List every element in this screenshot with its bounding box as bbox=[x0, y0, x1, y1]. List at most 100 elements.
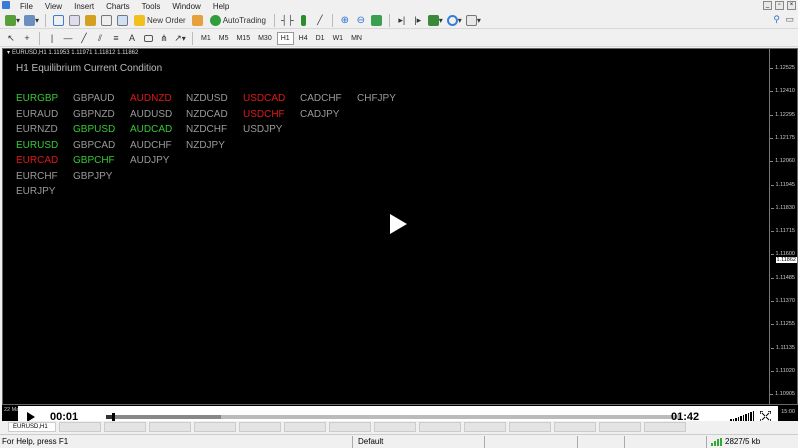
strategy-tester-icon[interactable] bbox=[115, 13, 129, 27]
label-icon[interactable] bbox=[141, 31, 155, 45]
chart-tab[interactable] bbox=[464, 422, 506, 432]
status-divider bbox=[484, 436, 485, 448]
periods-icon[interactable]: ▾ bbox=[446, 13, 463, 27]
price-axis[interactable]: 1.11862 1.12525 1.12410 1.12295 1.12175 1.12… bbox=[769, 49, 797, 404]
restore-icon[interactable]: ▫ bbox=[775, 1, 784, 10]
chart-tab[interactable] bbox=[419, 422, 461, 432]
pair-gbpnzd: GBPNZD bbox=[73, 108, 115, 120]
timeframe-mn[interactable]: MN bbox=[348, 32, 365, 45]
channel-icon[interactable]: ⫽ bbox=[93, 31, 107, 45]
chart-tab[interactable] bbox=[284, 422, 326, 432]
auto-scroll-icon[interactable]: ▸| bbox=[395, 13, 409, 27]
pitchfork-icon[interactable]: ⋔ bbox=[157, 31, 171, 45]
standard-toolbar: ▾ ▾ New Order AutoTrading ┤├ ╱ ⊕ ⊖ ▸| |▸… bbox=[0, 12, 798, 29]
pair-cadjpy: CADJPY bbox=[300, 108, 340, 120]
shapes-icon[interactable]: ↗ ▾ bbox=[173, 31, 187, 45]
templates-icon[interactable]: ▾ bbox=[465, 13, 482, 27]
indicator-title: H1 Equilibrium Current Condition bbox=[16, 63, 163, 74]
metaeditor-icon[interactable] bbox=[191, 13, 205, 27]
timeframe-h4[interactable]: H4 bbox=[296, 32, 311, 45]
terminal-icon[interactable] bbox=[99, 13, 113, 27]
indicators-icon[interactable]: ▾ bbox=[427, 13, 444, 27]
zoom-out-icon[interactable]: ⊖ bbox=[354, 13, 368, 27]
chart-tab[interactable] bbox=[149, 422, 191, 432]
chart-tab[interactable] bbox=[59, 422, 101, 432]
price-tick-label: 1.11715 bbox=[770, 228, 795, 235]
menu-help[interactable]: Help bbox=[207, 2, 235, 11]
candlestick-icon[interactable] bbox=[297, 13, 311, 27]
timeframe-m1[interactable]: M1 bbox=[198, 32, 214, 45]
pair-usdchf: USDCHF bbox=[243, 108, 285, 120]
data-window-icon[interactable] bbox=[67, 13, 81, 27]
chart-tab[interactable] bbox=[104, 422, 146, 432]
timeframe-m30[interactable]: M30 bbox=[255, 32, 275, 45]
market-watch-icon[interactable] bbox=[51, 13, 65, 27]
minimize-icon[interactable]: _ bbox=[763, 1, 772, 10]
chart-tab[interactable] bbox=[374, 422, 416, 432]
chart-tab[interactable] bbox=[329, 422, 371, 432]
pair-usdjpy: USDJPY bbox=[243, 124, 283, 135]
timeframe-d1[interactable]: D1 bbox=[313, 32, 328, 45]
trendline-icon[interactable]: ╱ bbox=[77, 31, 91, 45]
menu-tools[interactable]: Tools bbox=[136, 2, 167, 11]
chart-tab[interactable] bbox=[599, 422, 641, 432]
fibonacci-icon[interactable]: ≡ bbox=[109, 31, 123, 45]
app-icon[interactable] bbox=[0, 1, 14, 11]
pair-audusd: AUDUSD bbox=[130, 108, 173, 120]
video-play-overlay-icon[interactable] bbox=[390, 214, 407, 234]
text-icon[interactable]: A bbox=[125, 31, 139, 45]
profiles-icon[interactable]: ▾ bbox=[23, 13, 40, 27]
pair-gbpcad: GBPCAD bbox=[73, 139, 116, 151]
chart-header: ▾ EURUSD,H1 1.11953 1.11971 1.11812 1.11… bbox=[7, 49, 138, 57]
chart-tab[interactable] bbox=[239, 422, 281, 432]
navigator-icon[interactable] bbox=[83, 13, 97, 27]
pair-eurchf: EURCHF bbox=[16, 170, 58, 182]
horizontal-line-icon[interactable]: — bbox=[61, 31, 75, 45]
status-bar: For Help, press F1 Default 2827/5 kb bbox=[0, 434, 798, 448]
timeframe-m15[interactable]: M15 bbox=[233, 32, 253, 45]
menu-charts[interactable]: Charts bbox=[100, 2, 136, 11]
status-divider bbox=[624, 436, 625, 448]
zoom-in-icon[interactable]: ⊕ bbox=[338, 13, 352, 27]
autotrading-button[interactable]: AutoTrading bbox=[207, 13, 269, 27]
pair-gbpusd: GBPUSD bbox=[73, 124, 116, 135]
menu-view[interactable]: View bbox=[39, 2, 68, 11]
tile-windows-icon[interactable] bbox=[370, 13, 384, 27]
timeframe-w1[interactable]: W1 bbox=[330, 32, 347, 45]
chart-tab[interactable] bbox=[194, 422, 236, 432]
chart-shift-icon[interactable]: |▸ bbox=[411, 13, 425, 27]
new-order-button[interactable]: New Order bbox=[131, 13, 189, 27]
chart-tab[interactable]: EURUSD,H1 bbox=[8, 422, 56, 432]
timeframe-h1[interactable]: H1 bbox=[276, 31, 294, 45]
drawing-toolbar: ↖ + | — ╱ ⫽ ≡ A ⋔ ↗ ▾ M1 M5 M15 M30 H1 H4… bbox=[0, 30, 798, 47]
vertical-line-icon[interactable]: | bbox=[45, 31, 59, 45]
menu-file[interactable]: File bbox=[14, 2, 39, 11]
chart-symbol-icon: ▾ bbox=[7, 50, 11, 56]
timeframe-m5[interactable]: M5 bbox=[216, 32, 232, 45]
bar-chart-icon[interactable]: ┤├ bbox=[280, 13, 295, 27]
video-scrubber-handle[interactable] bbox=[111, 413, 115, 421]
close-icon[interactable]: × bbox=[787, 1, 796, 10]
pair-gbpjpy: GBPJPY bbox=[73, 170, 113, 182]
chart-tab[interactable] bbox=[644, 422, 686, 432]
line-chart-icon[interactable]: ╱ bbox=[313, 13, 327, 27]
video-progress-track[interactable] bbox=[106, 413, 680, 421]
pair-usdcad: USDCAD bbox=[243, 93, 286, 104]
chat-icon[interactable]: ▭ bbox=[785, 14, 794, 25]
pair-eurcad: EURCAD bbox=[16, 155, 59, 166]
price-tick-label: 1.11370 bbox=[770, 298, 795, 304]
menu-window[interactable]: Window bbox=[166, 2, 206, 11]
chart-tab[interactable] bbox=[554, 422, 596, 432]
menu-bar: File View Insert Charts Tools Window Hel… bbox=[0, 0, 798, 12]
cursor-icon[interactable]: ↖ bbox=[4, 31, 18, 45]
price-tick-label: 1.12295 bbox=[770, 111, 795, 118]
connection-status[interactable]: 2827/5 kb bbox=[711, 437, 760, 446]
new-chart-icon[interactable]: ▾ bbox=[4, 13, 21, 27]
connection-traffic: 2827/5 kb bbox=[725, 437, 761, 446]
pair-cadchf: CADCHF bbox=[300, 93, 342, 104]
crosshair-icon[interactable]: + bbox=[20, 31, 34, 45]
chart-tab[interactable] bbox=[509, 422, 551, 432]
menu-insert[interactable]: Insert bbox=[68, 2, 100, 11]
search-icon[interactable]: ⚲ bbox=[773, 14, 780, 25]
pair-eurjpy: EURJPY bbox=[16, 186, 56, 197]
